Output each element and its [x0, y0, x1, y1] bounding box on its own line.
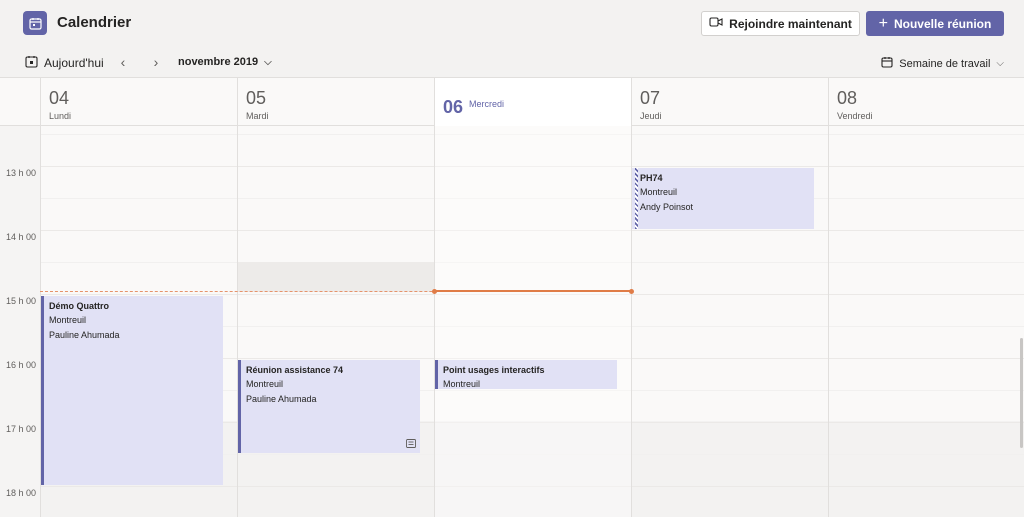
event-title: Réunion assistance 74	[246, 365, 344, 375]
calendar-toolbar: Aujourd'hui ‹ › novembre 2019 ⌵ Semaine …	[0, 47, 1024, 78]
event-location: Montreuil	[246, 379, 284, 389]
calendar-grid[interactable]: 13 h 00 14 h 00 15 h 00 16 h 00 17 h 00 …	[0, 126, 1024, 517]
current-time-dot	[629, 289, 634, 294]
event-location: Montreuil	[640, 187, 678, 197]
chevron-right-icon: ›	[153, 54, 159, 70]
page-title: Calendrier	[57, 14, 132, 31]
plus-icon: +	[878, 14, 888, 32]
time-gutter: 13 h 00 14 h 00 15 h 00 16 h 00 17 h 00 …	[0, 126, 40, 517]
vertical-scrollbar[interactable]	[1020, 338, 1023, 448]
month-selector[interactable]: novembre 2019 ⌵	[178, 56, 272, 68]
view-label: Semaine de travail	[899, 57, 991, 70]
day-header-wednesday[interactable]: 06 Mercredi	[434, 78, 631, 126]
day-column-friday[interactable]	[828, 126, 1024, 517]
day-name: Lundi	[49, 111, 72, 121]
day-number: 07	[640, 88, 661, 108]
current-time-dot	[432, 289, 437, 294]
next-week-button[interactable]: ›	[149, 54, 163, 70]
day-number: 06	[443, 97, 464, 117]
event-organizer: Andy Poinsot	[640, 202, 694, 212]
day-header-tuesday[interactable]: 05 Mardi	[237, 78, 434, 126]
day-number: 04	[49, 88, 70, 108]
view-selector[interactable]: Semaine de travail ⌵	[881, 56, 1004, 71]
chevron-down-icon: ⌵	[264, 56, 272, 68]
day-header-row: 04 Lundi 05 Mardi 06 Mercredi 07 Jeudi 0…	[0, 78, 1024, 126]
day-name: Vendredi	[837, 111, 873, 121]
calendar-icon	[23, 11, 47, 35]
event-ph74[interactable]: PH74 Montreuil Andy Poinsot	[632, 168, 814, 229]
time-label: 17 h 00	[6, 424, 37, 434]
join-now-label: Rejoindre maintenant	[729, 16, 852, 31]
event-reunion-assistance[interactable]: Réunion assistance 74 Montreuil Pauline …	[238, 360, 420, 453]
day-number: 08	[837, 88, 858, 108]
event-location: Montreuil	[49, 315, 87, 325]
event-point-usages[interactable]: Point usages interactifs Montreuil	[435, 360, 617, 389]
time-label: 13 h 00	[6, 168, 37, 178]
day-name: Jeudi	[640, 111, 662, 121]
event-title: PH74	[640, 173, 663, 183]
previous-week-button[interactable]: ‹	[116, 54, 130, 70]
time-label: 16 h 00	[6, 360, 37, 370]
time-label: 15 h 00	[6, 296, 37, 306]
calendar-today-icon	[25, 55, 38, 71]
event-demo-quattro[interactable]: Démo Quattro Montreuil Pauline Ahumada	[41, 296, 223, 485]
day-name: Mercredi	[469, 98, 505, 109]
event-organizer: Pauline Ahumada	[49, 330, 120, 340]
month-label: novembre 2019	[178, 56, 259, 68]
day-header-friday[interactable]: 08 Vendredi	[828, 78, 1024, 126]
day-number: 05	[246, 88, 267, 108]
day-column-tuesday[interactable]	[237, 126, 434, 517]
event-title: Démo Quattro	[49, 301, 110, 311]
day-column-wednesday[interactable]	[434, 126, 631, 517]
current-time-line-today	[434, 290, 631, 292]
new-meeting-label: Nouvelle réunion	[893, 16, 992, 31]
event-location: Montreuil	[443, 379, 481, 389]
today-button[interactable]: Aujourd'hui	[25, 55, 104, 71]
chevron-left-icon: ‹	[120, 54, 126, 70]
video-camera-icon	[709, 16, 723, 31]
app-header: Calendrier Rejoindre maintenant + Nouvel…	[0, 0, 1024, 47]
time-label: 18 h 00	[6, 488, 37, 498]
day-header-thursday[interactable]: 07 Jeudi	[631, 78, 828, 126]
event-organizer: Pauline Ahumada	[246, 394, 317, 404]
join-now-button[interactable]: Rejoindre maintenant	[701, 11, 860, 36]
time-label: 14 h 00	[6, 232, 37, 242]
event-title: Point usages interactifs	[443, 365, 545, 375]
new-meeting-button[interactable]: + Nouvelle réunion	[866, 11, 1004, 36]
meeting-notes-icon	[406, 439, 416, 450]
chevron-down-icon: ⌵	[996, 58, 1004, 69]
calendar-view-icon	[881, 56, 893, 71]
day-header-monday[interactable]: 04 Lundi	[40, 78, 237, 126]
today-label: Aujourd'hui	[44, 56, 104, 70]
day-name: Mardi	[246, 111, 269, 121]
